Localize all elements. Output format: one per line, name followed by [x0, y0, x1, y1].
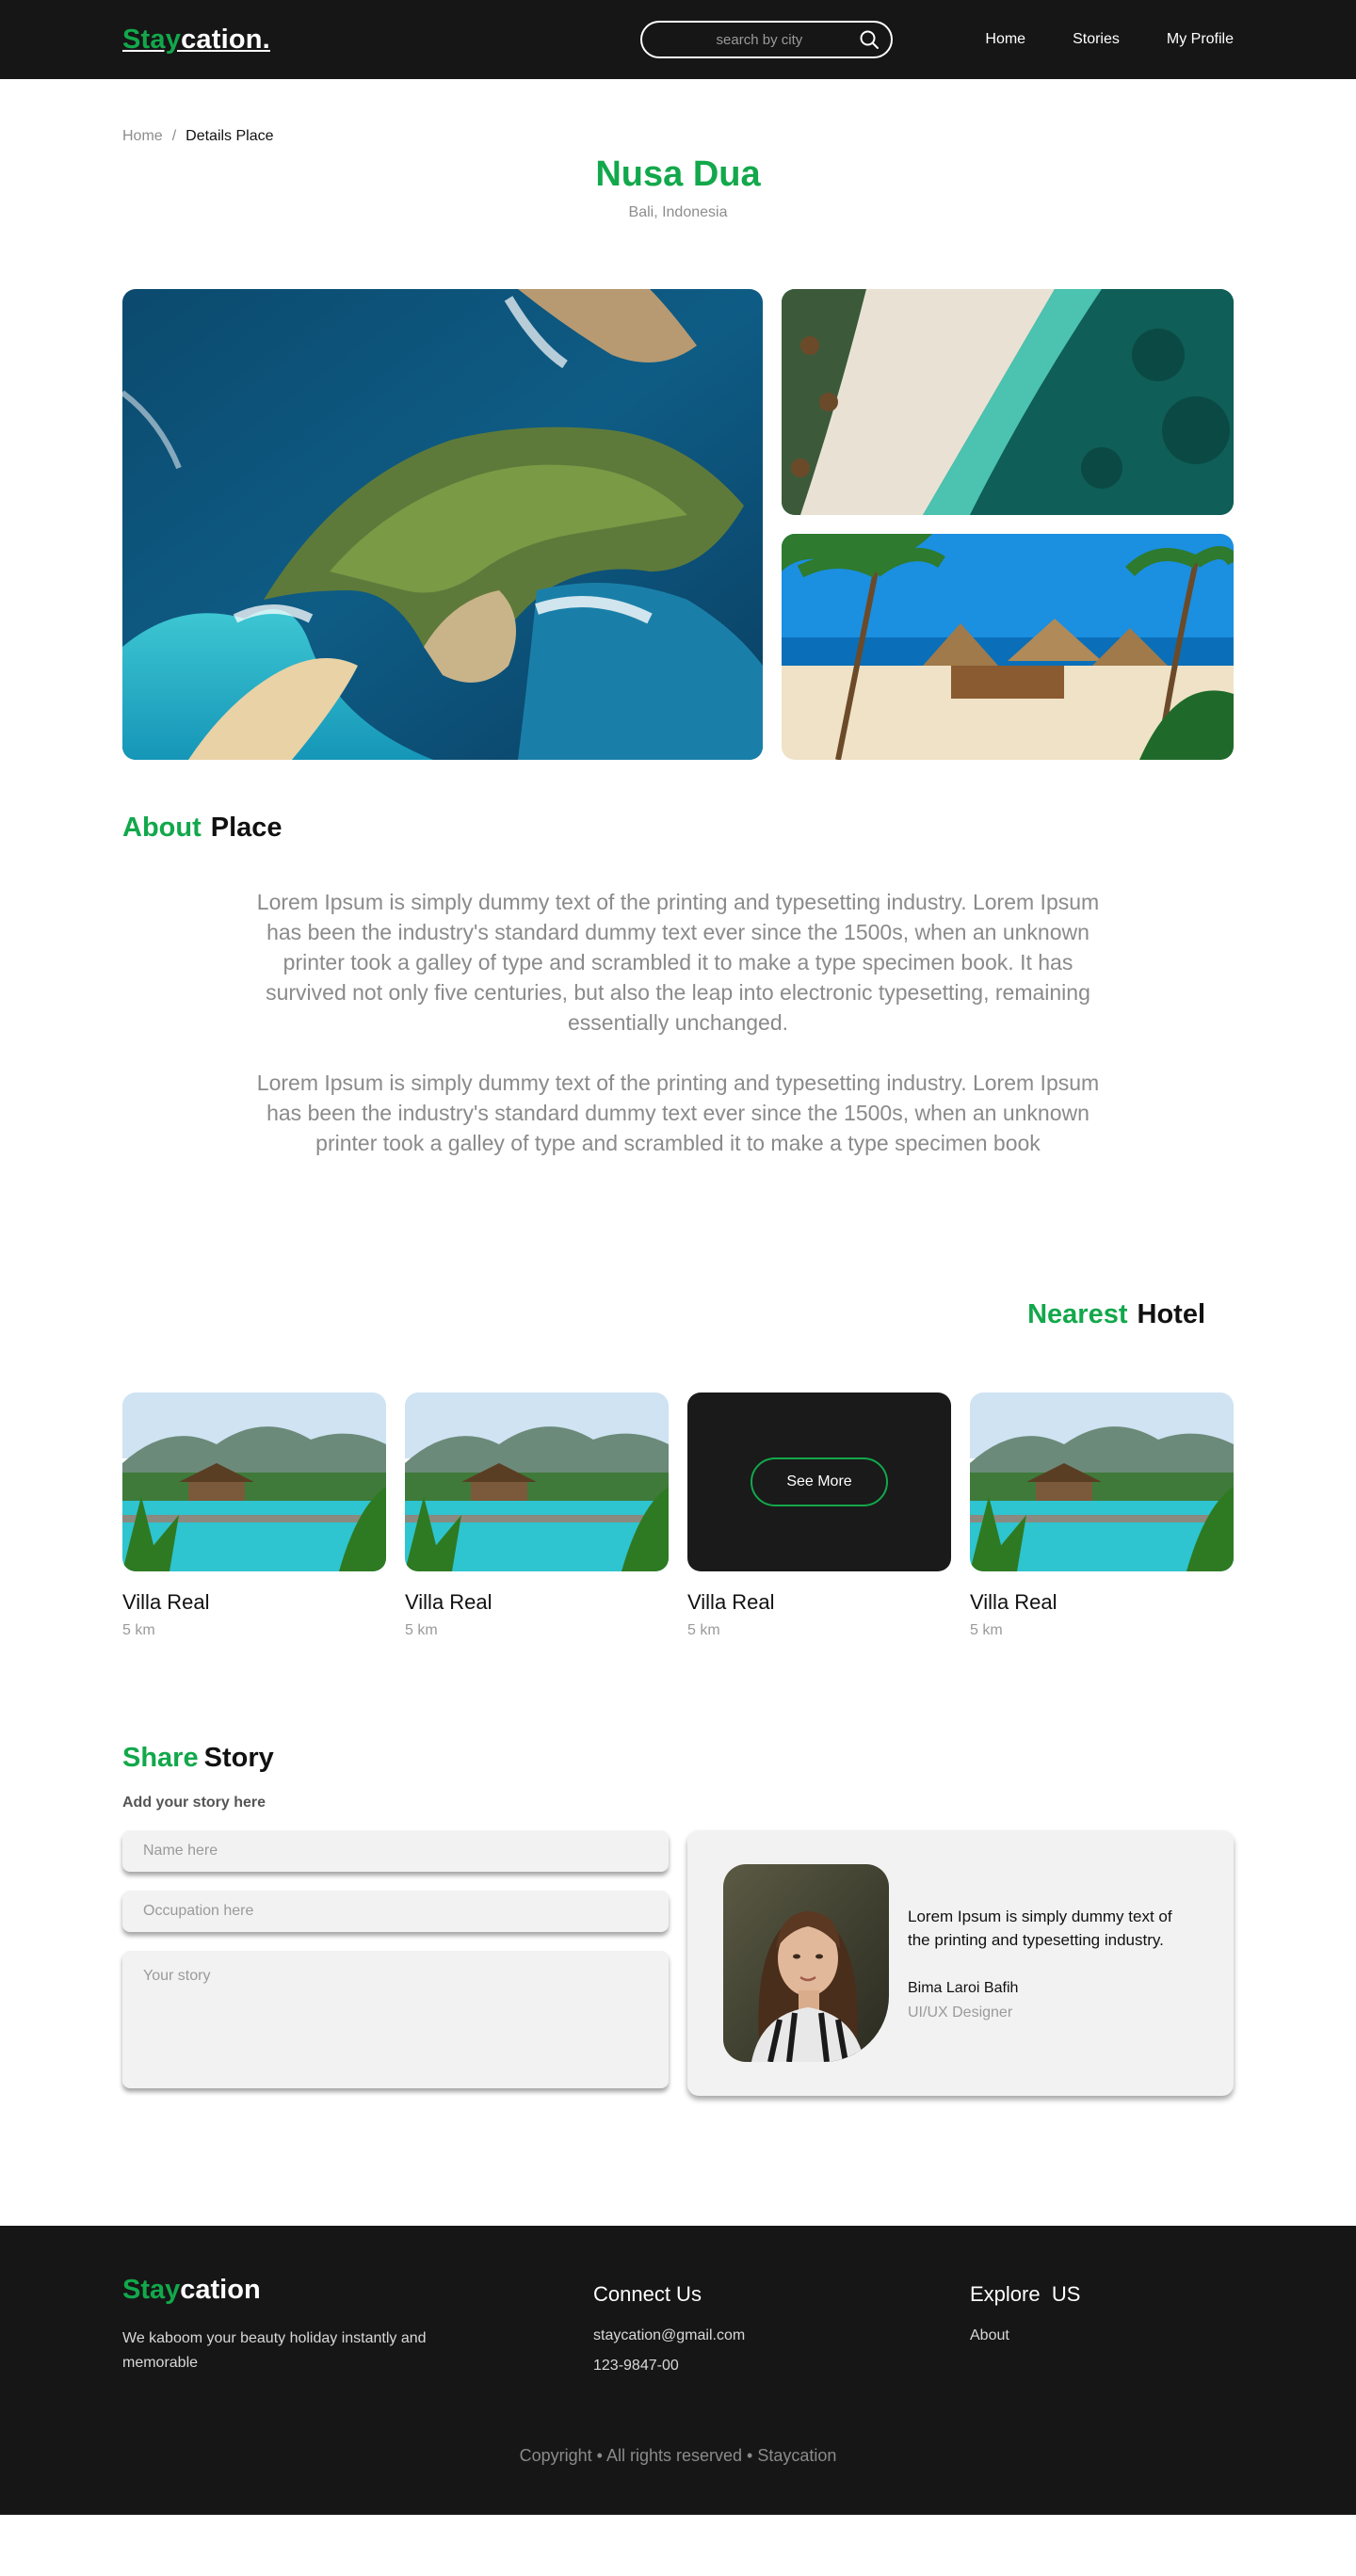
hotel-distance: 5 km	[122, 1622, 155, 1638]
hotel-photo[interactable]	[405, 1393, 669, 1571]
copyright-text: Copyright • All rights reserved • Stayca…	[519, 2446, 837, 2465]
nav-link-my-profile[interactable]: My Profile	[1167, 31, 1234, 48]
page-title: Nusa Dua	[595, 154, 761, 194]
footer-tagline: We kaboom your beauty holiday instantly …	[122, 2330, 427, 2371]
story-field[interactable]	[122, 1951, 669, 2088]
breadcrumb-current: Details Place	[186, 128, 274, 144]
footer-logo-rest: cation	[180, 2275, 261, 2305]
hotel-card[interactable]: Villa Real 5 km	[405, 1393, 669, 1639]
share-story-heading: Share Story	[122, 1743, 1234, 1774]
logo[interactable]: Staycation.	[122, 24, 270, 56]
search-icon[interactable]	[857, 27, 881, 52]
hotel-card[interactable]: See More Villa Real 5 km	[687, 1393, 951, 1639]
hotel-see-more-overlay: See More	[687, 1393, 951, 1571]
hotel-name: Villa Real	[405, 1590, 492, 1614]
share-story-section: Lorem Ipsum is simply dummy text of the …	[122, 1830, 1234, 2096]
footer-email-link[interactable]: staycation@gmail.com	[593, 2327, 970, 2344]
avatar	[723, 1864, 889, 2062]
nav-link-stories[interactable]: Stories	[1073, 31, 1120, 48]
hotel-card[interactable]: Villa Real 5 km	[122, 1393, 386, 1639]
footer: Staycation We kaboom your beauty holiday…	[0, 2226, 1356, 2515]
about-heading-rest: Place	[210, 813, 282, 843]
occupation-field[interactable]	[122, 1891, 669, 1932]
place-location: Bali, Indonesia	[628, 204, 728, 220]
photo-gallery	[122, 289, 1234, 760]
footer-explore-heading: Explore US	[970, 2282, 1081, 2306]
footer-explore-column: Explore US About	[970, 2275, 1080, 2375]
hotel-distance: 5 km	[687, 1622, 720, 1638]
testimonial-role: UI/UX Designer	[908, 2004, 1013, 2021]
footer-logo[interactable]: Staycation	[122, 2275, 593, 2306]
about-description: Lorem Ipsum is simply dummy text of the …	[240, 887, 1116, 1158]
breadcrumb: Home / Details Place	[122, 79, 1234, 145]
story-form	[122, 1830, 669, 2096]
see-more-button[interactable]: See More	[751, 1457, 888, 1506]
nearest-heading-rest: Hotel	[1137, 1299, 1206, 1329]
about-paragraph-2: Lorem Ipsum is simply dummy text of the …	[256, 1071, 1100, 1155]
testimonial-author: Bima Laroi Bafih	[908, 1980, 1019, 1996]
hotel-card[interactable]: Villa Real 5 km	[970, 1393, 1234, 1639]
logo-rest-text: cation.	[181, 24, 270, 55]
search-input[interactable]	[661, 31, 858, 48]
share-heading-rest: Story	[203, 1743, 274, 1773]
hotel-name: Villa Real	[970, 1590, 1057, 1614]
testimonial-card: Lorem Ipsum is simply dummy text of the …	[687, 1830, 1234, 2096]
footer-logo-accent: Stay	[122, 2275, 181, 2305]
hotel-photo[interactable]	[122, 1393, 386, 1571]
nearest-hotel-heading: Nearest Hotel	[122, 1299, 1234, 1330]
about-heading-accent: About	[122, 813, 202, 843]
hotel-name: Villa Real	[122, 1590, 210, 1614]
breadcrumb-home[interactable]: Home	[122, 128, 163, 145]
about-paragraph-1: Lorem Ipsum is simply dummy text of the …	[256, 890, 1100, 1035]
gallery-main-photo[interactable]	[122, 289, 763, 760]
gallery-beach-aerial-photo[interactable]	[782, 289, 1234, 515]
share-heading-accent: Share	[122, 1743, 199, 1773]
hotel-distance: 5 km	[405, 1622, 438, 1638]
footer-phone-link[interactable]: 123-9847-00	[593, 2358, 970, 2375]
nav-link-home[interactable]: Home	[985, 31, 1025, 48]
nearest-heading-accent: Nearest	[1027, 1299, 1128, 1329]
search-box	[640, 21, 894, 58]
name-field[interactable]	[122, 1830, 669, 1872]
logo-accent-text: Stay	[122, 24, 182, 55]
gallery-beach-huts-photo[interactable]	[782, 534, 1234, 760]
top-navbar: Staycation. Home Stories My Profile	[0, 0, 1356, 79]
footer-connect-column: Connect Us staycation@gmail.com 123-9847…	[593, 2275, 970, 2375]
testimonial-quote: Lorem Ipsum is simply dummy text of the …	[908, 1908, 1172, 1949]
footer-connect-heading: Connect Us	[593, 2282, 702, 2306]
hotel-list: Villa Real 5 km Villa Real 5 km See More…	[122, 1393, 1234, 1639]
hotel-distance: 5 km	[970, 1622, 1003, 1638]
main-content: Home / Details Place Nusa Dua Bali, Indo…	[0, 79, 1356, 2096]
footer-brand-column: Staycation We kaboom your beauty holiday…	[122, 2275, 593, 2375]
hotel-name: Villa Real	[687, 1590, 775, 1614]
about-heading: About Place	[122, 813, 1234, 844]
footer-about-link[interactable]: About	[970, 2327, 1080, 2344]
share-story-subheading: Add your story here	[122, 1795, 266, 1811]
breadcrumb-separator: /	[171, 128, 177, 144]
testimonial-text: Lorem Ipsum is simply dummy text of the …	[908, 1905, 1198, 2021]
hotel-photo[interactable]	[970, 1393, 1234, 1571]
